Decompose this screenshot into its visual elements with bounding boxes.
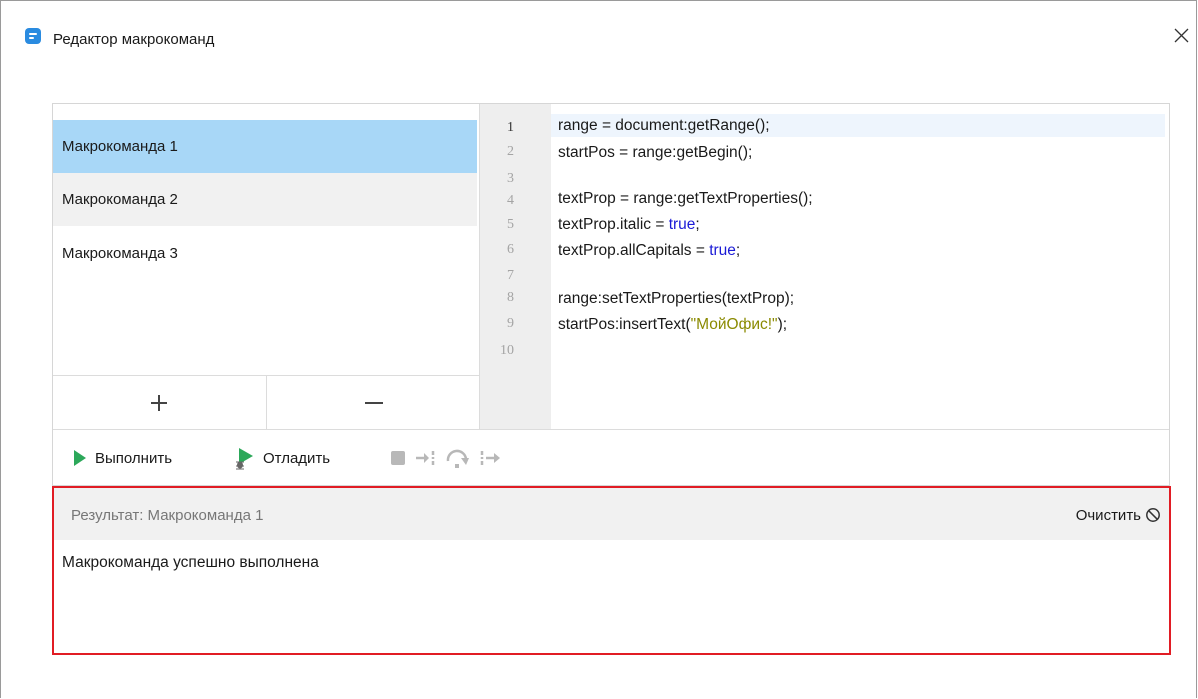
line-number: 6 <box>507 242 514 257</box>
app-logo-icon <box>25 28 41 44</box>
line-number: 1 <box>507 120 514 135</box>
stop-icon <box>391 451 405 465</box>
close-button[interactable] <box>1169 23 1195 49</box>
line-number: 5 <box>507 217 514 232</box>
macro-list: Макрокоманда 1 Макрокоманда 2 Макрокоман… <box>53 104 479 430</box>
line-number: 4 <box>507 193 514 208</box>
line-number: 9 <box>507 316 514 331</box>
code-line: range:setTextProperties(textProp); <box>558 290 795 307</box>
close-icon <box>1174 28 1189 43</box>
debug-icon <box>236 448 253 470</box>
clear-icon <box>1146 508 1160 522</box>
code-line: range = document:getRange(); <box>558 117 770 134</box>
line-number: 2 <box>507 144 514 159</box>
code-line: textProp = range:getTextProperties(); <box>558 190 813 207</box>
remove-macro-button[interactable] <box>267 376 479 430</box>
stop-button[interactable] <box>391 430 405 486</box>
step-into-icon <box>416 451 435 465</box>
add-macro-button[interactable] <box>53 376 267 430</box>
macro-editor-window: Редактор макрокоманд Макрокоманда 1 Макр… <box>0 0 1197 698</box>
run-button[interactable]: Выполнить <box>73 430 172 486</box>
debug-button[interactable]: Отладить <box>235 430 330 486</box>
line-number-gutter: 1 2 3 4 5 6 7 8 9 10 <box>480 104 551 429</box>
step-over-icon <box>446 449 469 468</box>
step-out-icon <box>480 451 500 465</box>
macro-list-item-3[interactable]: Макрокоманда 3 <box>53 227 477 280</box>
line-number: 7 <box>507 268 514 283</box>
run-toolbar: Выполнить Отладить <box>53 429 1169 486</box>
code-line: startPos = range:getBegin(); <box>558 144 753 161</box>
editor-panel: Макрокоманда 1 Макрокоманда 2 Макрокоман… <box>52 103 1170 486</box>
code-line: textProp.allCapitals = true; <box>558 242 741 259</box>
line-number: 8 <box>507 290 514 305</box>
macro-list-item-2[interactable]: Макрокоманда 2 <box>53 173 477 226</box>
clear-button[interactable]: Очистить <box>1076 501 1161 529</box>
result-title: Результат: Макрокоманда 1 <box>71 507 264 524</box>
result-message: Макрокоманда успешно выполнена <box>62 554 319 571</box>
result-panel: Результат: Макрокоманда 1 Очистить Макро… <box>52 486 1171 655</box>
step-into-button[interactable] <box>415 430 437 486</box>
code-editor[interactable]: range = document:getRange(); startPos = … <box>551 104 1169 429</box>
play-icon <box>74 450 86 466</box>
result-header: Результат: Макрокоманда 1 Очистить <box>54 488 1169 540</box>
window-title: Редактор макрокоманд <box>53 31 215 48</box>
macro-list-item-1[interactable]: Макрокоманда 1 <box>53 120 477 173</box>
line-number: 3 <box>507 171 514 186</box>
macro-list-actions <box>53 375 479 430</box>
step-out-button[interactable] <box>479 430 503 486</box>
code-line: textProp.italic = true; <box>558 216 700 233</box>
step-over-button[interactable] <box>445 430 471 486</box>
code-line: startPos:insertText("МойОфис!"); <box>558 316 788 333</box>
line-number: 10 <box>500 343 514 358</box>
